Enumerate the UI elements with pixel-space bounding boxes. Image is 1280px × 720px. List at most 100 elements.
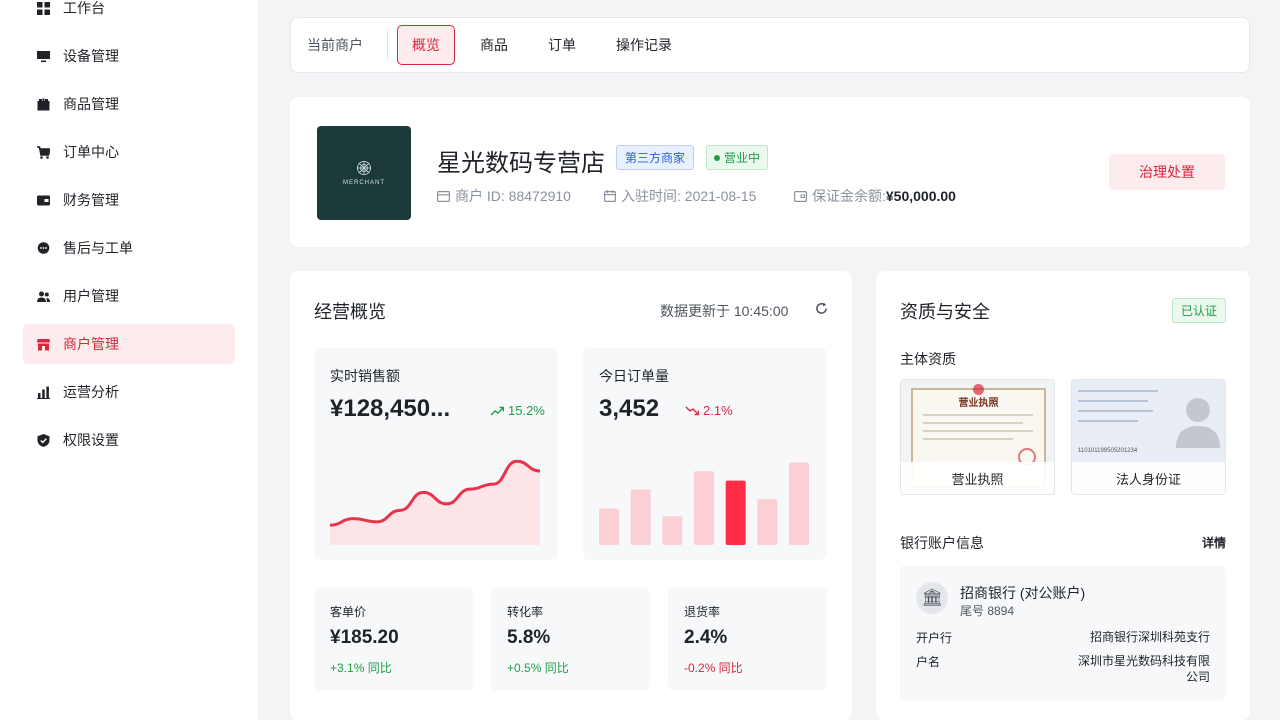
sidebar-item-analytics[interactable]: 运营分析	[23, 372, 235, 412]
verified-badge: 已认证	[1172, 298, 1227, 323]
orders-trend: 2.1%	[685, 403, 733, 418]
bar-chart-icon	[36, 385, 50, 399]
sidebar-item-label: 工作台	[63, 0, 105, 16]
sidebar-item-label: 订单中心	[63, 144, 119, 160]
current-merchant-label: 当前商户	[307, 30, 388, 60]
merchant-deposit: 保证金余额: ¥50,000.00	[794, 186, 956, 206]
merchant-name: 星光数码专营店	[437, 150, 605, 177]
sidebar-item-label: 运营分析	[63, 384, 119, 400]
holder-value-line2: 公司	[1185, 670, 1210, 684]
bank-account-title: 银行账户信息	[900, 535, 984, 551]
kpi-card-conversion: 转化率 5.8% +0.5% 同比	[491, 587, 650, 691]
shield-icon	[36, 433, 50, 447]
grid-icon	[36, 1, 50, 15]
sidebar-item-merchants[interactable]: 商户管理	[23, 324, 235, 364]
kpi-delta: +0.5% 同比	[507, 661, 569, 675]
security-title: 资质与安全	[900, 302, 990, 322]
sales-area	[330, 461, 540, 545]
wallet-icon	[36, 193, 50, 207]
update-time: 数据更新于 10:45:00	[660, 303, 789, 319]
sidebar-item-label: 权限设置	[63, 432, 119, 448]
sales-label: 实时销售额	[330, 368, 400, 384]
kpi-delta: -0.2% 同比	[684, 661, 743, 675]
tab-products[interactable]: 商品	[465, 25, 523, 65]
cart-icon	[36, 145, 50, 159]
bank-name: 招商银行 (对公账户)	[960, 585, 1086, 601]
merchant-status-badge: 营业中	[706, 145, 769, 170]
sales-sparkline	[330, 459, 540, 545]
monitor-icon	[36, 49, 50, 63]
sidebar-item-finance[interactable]: 财务管理	[23, 180, 235, 220]
orders-trend-text: 2.1%	[703, 403, 733, 418]
sales-trend-text: 15.2%	[508, 403, 545, 418]
person-silhouette-icon	[1176, 398, 1220, 448]
order-bar	[757, 498, 778, 545]
sidebar-item-label: 财务管理	[63, 192, 119, 208]
kpi-label: 客单价	[330, 605, 367, 619]
tab-overview[interactable]: 概览	[397, 25, 455, 65]
wallet-icon	[794, 190, 807, 202]
sales-trend: 15.2%	[490, 403, 545, 418]
deposit-label: 保证金余额:	[812, 188, 886, 204]
merchant-id: 商户 ID: 88472910	[437, 186, 571, 206]
order-bar	[789, 462, 809, 545]
sidebar-item-label: 商品管理	[63, 96, 119, 112]
id-card-icon	[437, 190, 450, 202]
merchant-tabbar: 当前商户 概览 商品 订单 操作记录	[290, 17, 1250, 73]
sidebar-item-label: 用户管理	[63, 288, 119, 304]
sidebar-item-orders[interactable]: 订单中心	[23, 132, 235, 172]
trend-up-icon	[490, 406, 504, 416]
sales-value: ¥128,450...	[330, 395, 451, 422]
order-bar	[630, 489, 651, 545]
order-bar	[725, 480, 746, 545]
merchant-logo: MERCHANT	[317, 126, 411, 220]
sidebar-item-users[interactable]: 用户管理	[23, 276, 235, 316]
bank-account-box: 🏛 招商银行 (对公账户) 尾号 8894 开户行 招商银行深圳科苑支行 户名 …	[900, 565, 1226, 701]
sidebar-item-label: 售后与工单	[63, 240, 133, 256]
bank-icon: 🏛	[916, 582, 948, 614]
refresh-icon[interactable]	[815, 302, 828, 320]
sidebar-item-aftersales[interactable]: 售后与工单	[23, 228, 235, 268]
sidebar-item-devices[interactable]: 设备管理	[23, 36, 235, 76]
holder-value: 深圳市星光数码科技有限 公司	[1078, 653, 1210, 685]
orders-bar-chart	[599, 462, 809, 545]
kpi-delta: +3.1% 同比	[330, 661, 392, 675]
account-tail: 尾号 8894	[960, 604, 1015, 618]
governance-action-button[interactable]: 治理处置	[1109, 154, 1225, 190]
orders-label: 今日订单量	[599, 368, 669, 384]
kpi-value: ¥185.20	[330, 627, 399, 648]
logo-emblem-icon	[357, 161, 371, 175]
tab-orders[interactable]: 订单	[533, 25, 591, 65]
orders-panel: 今日订单量 3,452 2.1%	[583, 348, 827, 560]
sidebar-item-products[interactable]: 商品管理	[23, 84, 235, 124]
id-card-thumbnail[interactable]: 110101199505201234 法人身份证	[1071, 379, 1226, 495]
tab-operation-log[interactable]: 操作记录	[601, 25, 687, 65]
sidebar: 工作台 设备管理 商品管理 订单中心 财务管理 售后与工单 用户管理 商户管理 …	[0, 0, 258, 720]
business-overview-card: 经营概览 数据更新于 10:45:00 实时销售额 ¥128,450... 15…	[290, 271, 852, 720]
doc-caption: 法人身份证	[1072, 462, 1225, 494]
license-header: 营业执照	[958, 398, 999, 409]
kpi-value: 5.8%	[507, 627, 551, 648]
merchant-type-badge: 第三方商家	[616, 145, 695, 170]
order-bar	[694, 471, 714, 545]
order-bar	[599, 508, 619, 545]
sidebar-item-workbench[interactable]: 工作台	[23, 0, 235, 28]
status-dot-icon	[714, 154, 720, 161]
deposit-value: ¥50,000.00	[885, 188, 956, 204]
holder-label: 户名	[916, 655, 941, 669]
business-license-thumbnail[interactable]: 营业执照 营业执照	[900, 379, 1055, 495]
merchant-summary-card: MERCHANT 星光数码专营店 第三方商家 营业中 商户 ID: 884729…	[290, 97, 1250, 247]
doc-caption: 营业执照	[901, 462, 1054, 494]
bank-detail-link[interactable]: 详情	[1202, 534, 1226, 551]
sidebar-item-permissions[interactable]: 权限设置	[23, 420, 235, 460]
kpi-card-return-rate: 退货率 2.4% -0.2% 同比	[668, 587, 827, 691]
users-icon	[36, 289, 50, 303]
kpi-label: 退货率	[684, 605, 721, 619]
kpi-value: 2.4%	[684, 627, 728, 648]
id-number: 110101199505201234	[1078, 448, 1138, 454]
sales-panel: 实时销售额 ¥128,450... 15.2%	[314, 348, 558, 560]
merchant-join-text: 入驻时间: 2021-08-15	[621, 188, 757, 204]
merchant-join-date: 入驻时间: 2021-08-15	[604, 186, 756, 206]
kpi-card-avg-order: 客单价 ¥185.20 +3.1% 同比	[314, 587, 473, 691]
qualification-title: 主体资质	[900, 351, 956, 367]
